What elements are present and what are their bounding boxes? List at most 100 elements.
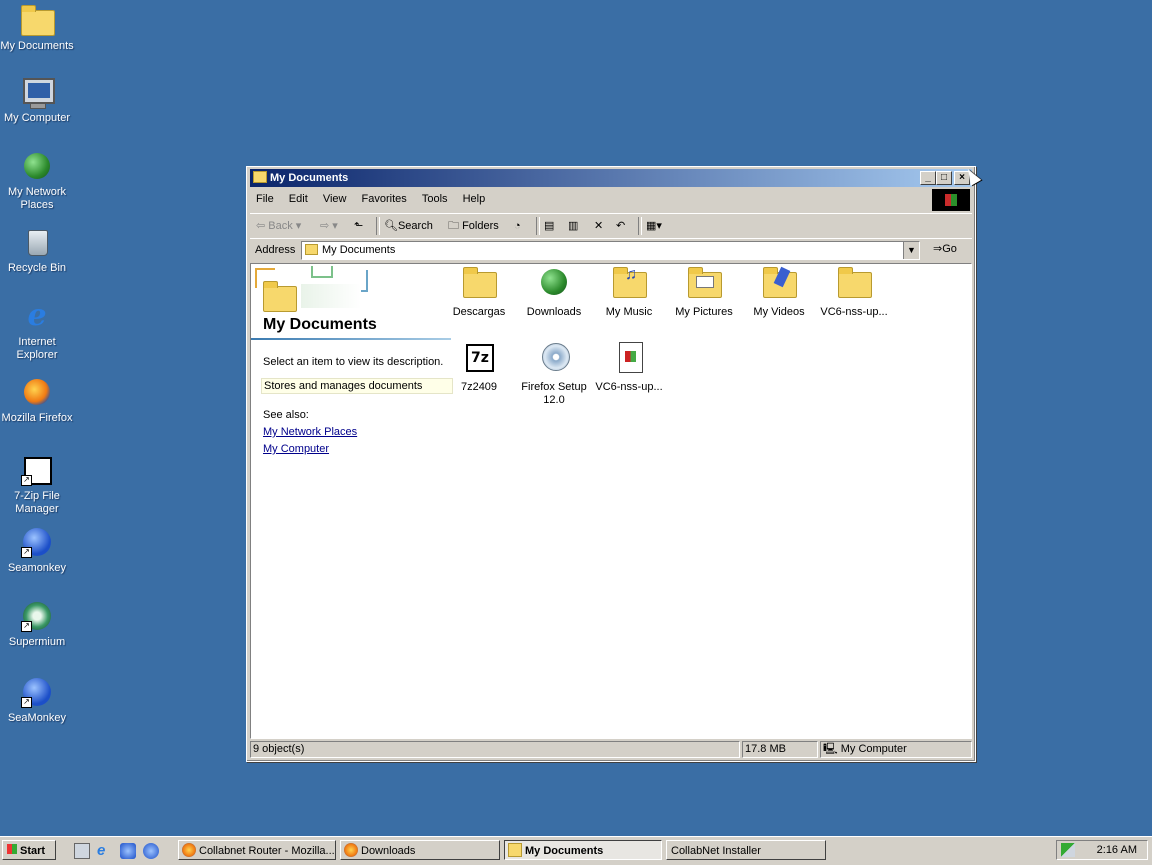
desktop-icon-firefox[interactable]: Mozilla Firefox (0, 376, 74, 425)
history-button[interactable]: ◔ (514, 218, 521, 234)
forward-arrow-icon: ⇨ ▾ (320, 220, 338, 232)
desktop-icon-my-computer[interactable]: My Computer (0, 76, 74, 125)
maximize-button[interactable]: □ (936, 171, 952, 185)
windows-logo-icon (7, 844, 17, 854)
file-item[interactable]: My Pictures (666, 266, 742, 319)
pane-divider (251, 338, 451, 340)
menu-view[interactable]: View (317, 189, 353, 209)
desktop-icon-seamonkey-2[interactable]: ↗ SeaMonkey (0, 676, 74, 725)
file-item[interactable]: VC6-nss-up... (591, 341, 667, 394)
menu-favorites[interactable]: Favorites (356, 189, 413, 209)
desktop-icon-my-documents[interactable]: My Documents (0, 4, 74, 53)
desktop-icon-label: My Computer (3, 112, 71, 124)
go-button[interactable]: ⇒Go (933, 242, 957, 255)
file-item[interactable]: Downloads (516, 266, 592, 319)
file-name: Downloads (526, 306, 582, 318)
menu-tools[interactable]: Tools (416, 189, 454, 209)
link-my-computer[interactable]: My Computer (263, 443, 329, 455)
search-icon: 🔍︎ (384, 220, 398, 232)
address-bar: Address My Documents ▼ ⇒Go (250, 238, 972, 263)
7zip-archive-icon: 7z (463, 341, 495, 373)
taskbar-button-downloads[interactable]: Downloads (340, 840, 500, 860)
folder-icon (463, 266, 497, 298)
file-name: My Music (605, 306, 653, 318)
file-item[interactable]: VC6-nss-up... (816, 266, 892, 319)
outlook-express-icon[interactable] (120, 843, 136, 859)
undo-icon: ↶ (616, 220, 626, 232)
desktop-icon-7zip[interactable]: 7z ↗ 7-Zip File Manager (0, 454, 74, 516)
explorer-window: My Documents _ □ × File Edit View Favori… (246, 166, 976, 762)
desktop-icon-network-places[interactable]: My Network Places (0, 150, 74, 212)
desktop-icon-seamonkey[interactable]: ↗ Seamonkey (0, 526, 74, 575)
taskbar: Start e Collabnet Router - Mozilla... Do… (0, 836, 1152, 865)
file-item[interactable]: Descargas (441, 266, 517, 319)
desktop-icon-internet-explorer[interactable]: e Internet Explorer (0, 300, 74, 362)
status-size: 17.8 MB (742, 741, 818, 758)
desktop-icon-recycle-bin[interactable]: Recycle Bin (0, 226, 74, 275)
desktop-icon-label: Seamonkey (7, 562, 67, 574)
undo-button[interactable]: ↶ (616, 218, 625, 234)
back-arrow-icon: ⇦ (256, 220, 269, 232)
folder-banner-icon (251, 264, 371, 312)
link-my-network-places[interactable]: My Network Places (263, 426, 357, 438)
back-button[interactable]: ⇦ Back ▾ (256, 218, 301, 234)
computer-icon (21, 76, 55, 109)
up-folder-button[interactable]: ⬑ (354, 218, 363, 234)
search-button[interactable]: 🔍︎Search (384, 218, 433, 234)
task-label: CollabNet Installer (671, 845, 761, 857)
file-name: 7z2409 (460, 381, 498, 393)
file-name: Descargas (452, 306, 506, 318)
desktop-icon-supermium[interactable]: ↗ Supermium (0, 600, 74, 649)
copy-to-icon: ▥ (568, 220, 579, 232)
menu-help[interactable]: Help (457, 189, 492, 209)
file-name: Firefox Setup 12.0 (521, 381, 587, 406)
file-item[interactable]: Firefox Setup 12.0 (516, 341, 592, 407)
menu-file[interactable]: File (250, 189, 280, 209)
back-label: Back (268, 220, 293, 232)
pane-hint: Stores and manages documents (261, 378, 453, 394)
file-item[interactable]: ♫ My Music (591, 266, 667, 319)
internet-explorer-icon[interactable]: e (97, 843, 113, 859)
address-dropdown-button[interactable]: ▼ (903, 242, 919, 259)
see-also-label: See also: (263, 409, 309, 421)
file-name: VC6-nss-up... (595, 381, 663, 393)
document-icon (613, 341, 645, 373)
folder-icon (305, 244, 318, 255)
taskbar-button-my-documents[interactable]: My Documents (504, 840, 662, 860)
address-label: Address (255, 244, 296, 256)
clock[interactable]: 2:16 AM (1097, 844, 1137, 856)
delete-button[interactable]: ✕ (594, 218, 603, 234)
title-bar[interactable]: My Documents _ □ × (250, 169, 972, 187)
move-to-icon: ▤ (544, 220, 555, 232)
downloads-globe-icon (538, 266, 570, 298)
minimize-button[interactable]: _ (920, 171, 936, 185)
move-to-button[interactable]: ▤ (544, 218, 554, 234)
pane-description: Select an item to view its description. (263, 356, 444, 368)
music-folder-icon: ♫ (613, 266, 647, 298)
file-name: VC6-nss-up... (820, 306, 888, 318)
desktop-icon-label: SeaMonkey (7, 712, 67, 724)
menu-edit[interactable]: Edit (283, 189, 314, 209)
seamonkey-icon[interactable] (143, 843, 159, 859)
menu-bar: File Edit View Favorites Tools Help (250, 189, 972, 211)
desktop-icon-label: My Network Places (7, 186, 67, 211)
show-desktop-icon[interactable] (74, 843, 90, 859)
folder-icon (838, 266, 872, 298)
network-tray-icon[interactable] (1061, 843, 1075, 857)
desktop-icon-label: Mozilla Firefox (1, 412, 73, 424)
folders-button[interactable]: 🗀 Folders (448, 218, 499, 234)
forward-button[interactable]: ⇨ ▾ (320, 218, 338, 234)
7zip-icon: 7z ↗ (21, 454, 53, 486)
address-input[interactable]: My Documents ▼ (301, 241, 920, 260)
firefox-icon (182, 843, 196, 857)
delete-icon: ✕ (594, 220, 604, 232)
status-bar: 9 object(s) 17.8 MB 🖳︎ My Computer (250, 740, 972, 758)
file-item[interactable]: 7z 7z2409 (441, 341, 517, 394)
status-zone: 🖳︎ My Computer (820, 741, 972, 758)
file-item[interactable]: My Videos (741, 266, 817, 319)
taskbar-button-collabnet-installer[interactable]: CollabNet Installer (666, 840, 826, 860)
copy-to-button[interactable]: ▥ (568, 218, 578, 234)
taskbar-button-collabnet-router[interactable]: Collabnet Router - Mozilla... (178, 840, 336, 860)
views-button[interactable]: ▦▾ (646, 218, 662, 234)
start-button[interactable]: Start (2, 840, 56, 860)
